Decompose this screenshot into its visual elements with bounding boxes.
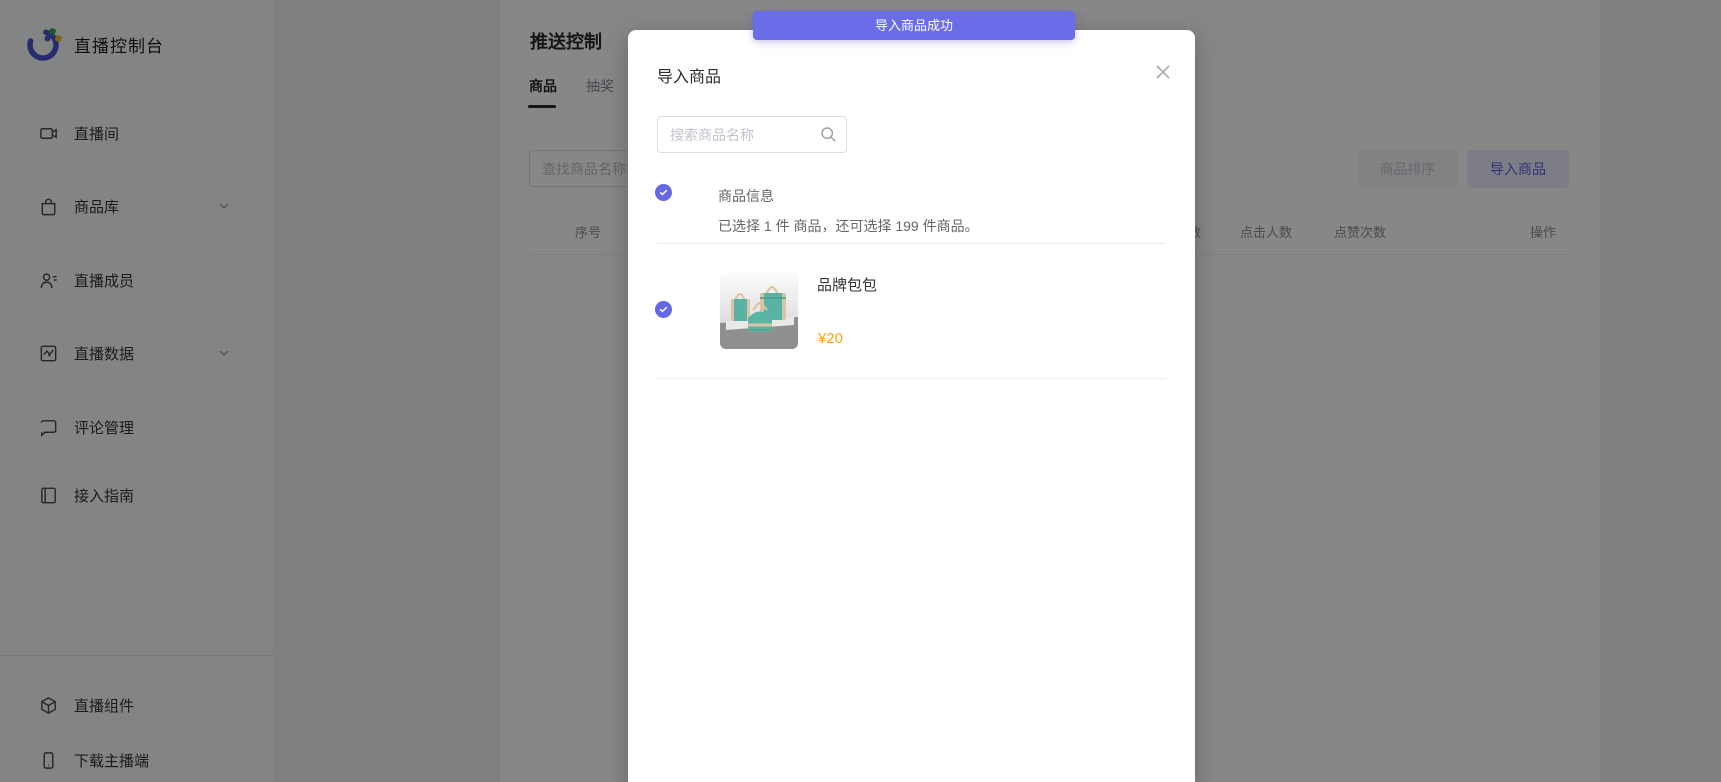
summary-title: 商品信息 bbox=[718, 186, 774, 206]
summary-detail: 已选择 1 件 商品，还可选择 199 件商品。 bbox=[718, 216, 979, 236]
select-all-checkbox[interactable] bbox=[655, 184, 672, 201]
modal-search-wrap bbox=[657, 116, 847, 153]
modal-divider bbox=[657, 378, 1166, 379]
modal-search-input[interactable] bbox=[657, 116, 847, 153]
success-toast: 导入商品成功 bbox=[753, 11, 1075, 40]
modal-title: 导入商品 bbox=[657, 63, 721, 87]
product-price: ¥20 bbox=[818, 330, 843, 347]
close-icon[interactable] bbox=[1153, 62, 1173, 82]
search-icon[interactable] bbox=[820, 126, 837, 143]
product-image[interactable] bbox=[720, 273, 798, 349]
product-checkbox[interactable] bbox=[655, 301, 672, 318]
product-name: 品牌包包 bbox=[817, 274, 877, 295]
import-products-modal: 导入商品 商品信息 已选择 1 件 商品，还可选择 199 件商品。 bbox=[628, 30, 1195, 782]
modal-divider bbox=[657, 243, 1166, 244]
